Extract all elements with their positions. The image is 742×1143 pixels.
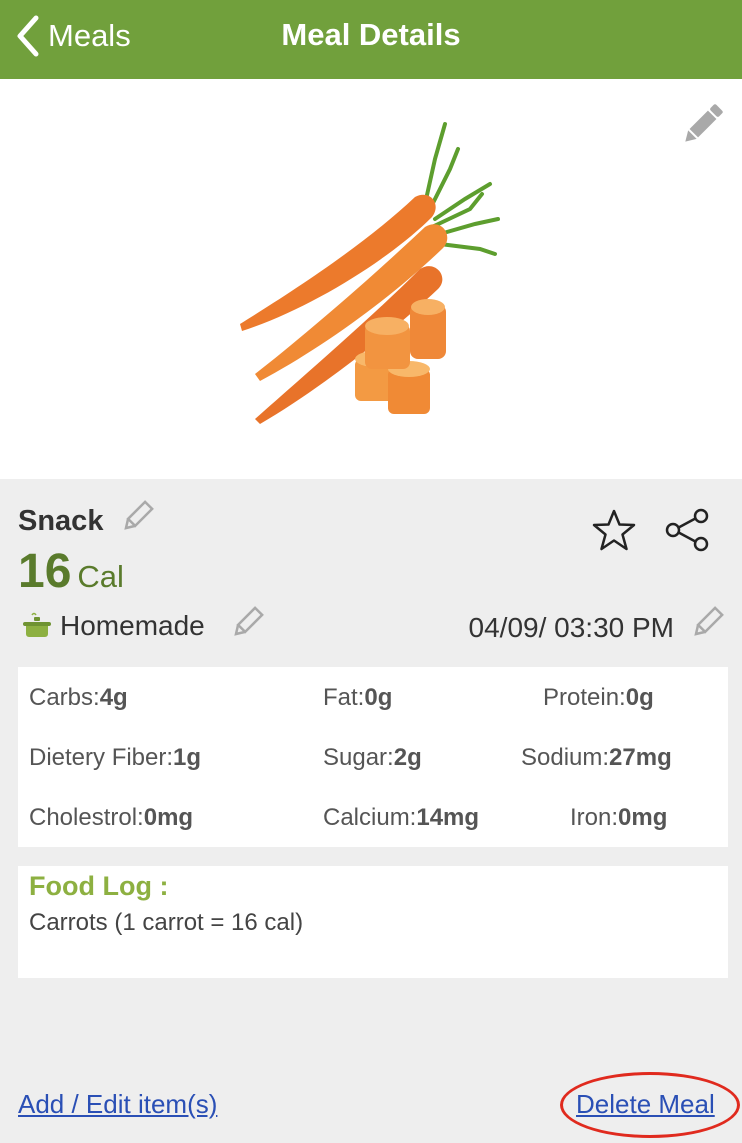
nav-header: Meals Meal Details	[0, 0, 742, 79]
meal-source: Homemade	[22, 610, 205, 642]
nutrient-panel: Carbs:4g Fat:0g Protein:0g Dietery Fiber…	[18, 667, 728, 847]
food-log-panel: Food Log : Carrots (1 carrot = 16 cal)	[18, 866, 728, 978]
delete-highlight-circle	[560, 1072, 740, 1138]
nutrient-cholesterol: Cholestrol:0mg	[29, 804, 194, 831]
edit-meal-type-pencil-icon[interactable]	[120, 498, 156, 534]
share-icon[interactable]	[664, 508, 710, 552]
nutrient-fat: Fat:0g	[323, 684, 393, 711]
calorie-value: 16	[18, 545, 72, 598]
meal-photo-area	[0, 79, 742, 479]
calorie-unit: Cal	[77, 559, 124, 594]
cooking-pot-icon	[23, 612, 51, 637]
meal-type: Snack	[18, 505, 104, 537]
nutrient-sodium: Sodium:27mg	[521, 744, 672, 771]
meal-datetime: 04/09/ 03:30 PM	[468, 612, 674, 643]
food-log-item: Carrots (1 carrot = 16 cal)	[29, 909, 304, 936]
calorie-total: 16 Cal	[18, 544, 124, 599]
meal-photo	[240, 122, 500, 424]
favorite-star-icon[interactable]	[592, 508, 636, 552]
edit-source-pencil-icon[interactable]	[230, 604, 266, 640]
nutrient-sugar: Sugar:2g	[323, 744, 422, 771]
edit-datetime-pencil-icon[interactable]	[690, 604, 726, 640]
nutrient-calcium: Calcium:14mg	[323, 804, 480, 831]
nutrient-protein: Protein:0g	[543, 684, 654, 711]
nutrient-iron: Iron:0mg	[570, 804, 668, 831]
meal-source-label: Homemade	[60, 610, 205, 641]
nutrient-carbs: Carbs:4g	[29, 684, 128, 711]
food-log-title: Food Log :	[29, 871, 169, 901]
add-edit-items-link[interactable]: Add / Edit item(s)	[18, 1089, 217, 1120]
edit-photo-pencil-icon[interactable]	[678, 99, 728, 149]
nutrient-fiber: Dietery Fiber:1g	[29, 744, 202, 771]
page-title: Meal Details	[281, 17, 461, 52]
